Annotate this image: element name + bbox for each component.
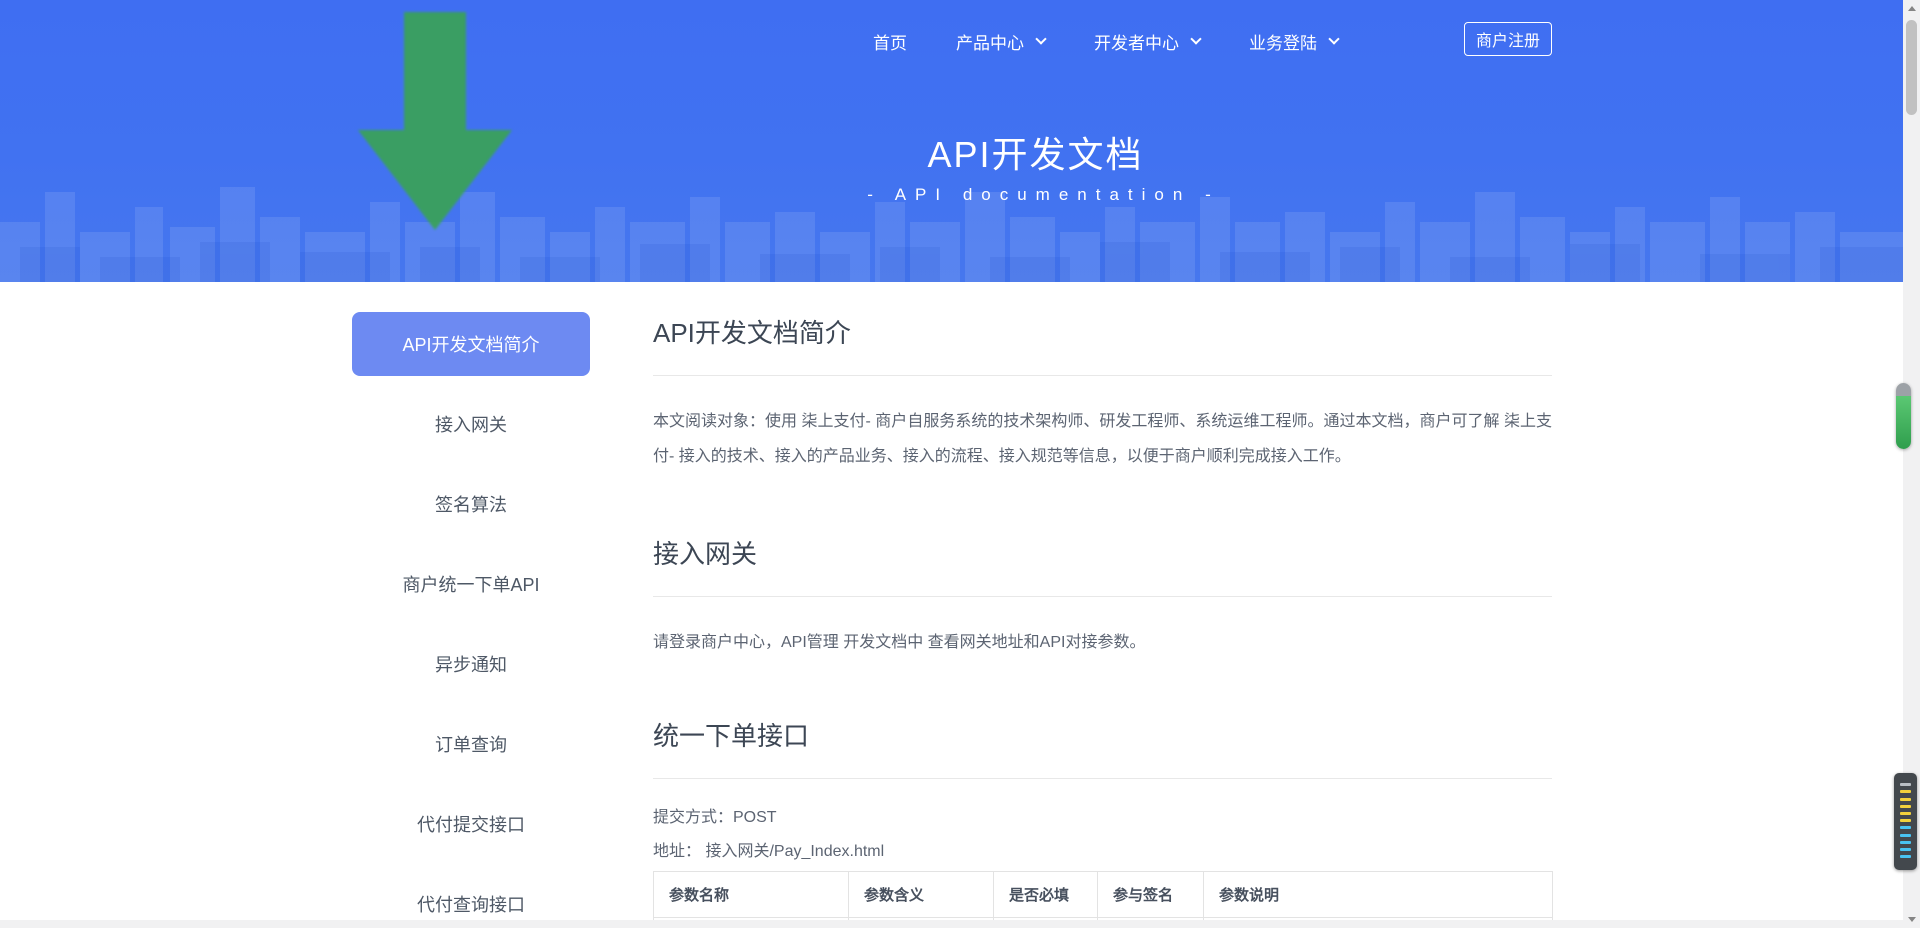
widget-dash	[1900, 798, 1911, 801]
widget-dash	[1900, 834, 1911, 837]
column-header-required: 是否必填	[994, 872, 1098, 918]
widget-dash	[1900, 783, 1911, 786]
sidebar-item-payout-submit[interactable]: 代付提交接口	[352, 809, 590, 841]
marker-bar	[1896, 396, 1911, 449]
arrow-down-icon	[1908, 917, 1916, 922]
green-scroll-marker[interactable]	[1896, 383, 1911, 449]
sidebar-item-payout-query[interactable]: 代付查询接口	[352, 889, 590, 921]
scroll-down-button[interactable]	[1903, 911, 1920, 928]
page-body: API开发文档简介 接入网关 签名算法 商户统一下单API 异步通知 订单查询 …	[0, 282, 1903, 928]
merchant-register-button[interactable]: 商户注册	[1464, 22, 1552, 56]
widget-dash	[1900, 805, 1911, 808]
sidebar: API开发文档简介 接入网关 签名算法 商户统一下单API 异步通知 订单查询 …	[352, 312, 590, 921]
nav-item-label: 业务登陆	[1249, 29, 1317, 54]
arrow-up-icon	[1908, 6, 1916, 11]
sidebar-item-signature[interactable]: 签名算法	[352, 489, 590, 521]
scroll-up-button[interactable]	[1903, 0, 1920, 17]
widget-dash	[1900, 848, 1911, 851]
nav-item-label: 首页	[873, 29, 907, 54]
chevron-down-icon	[1190, 33, 1201, 44]
widget-dash	[1900, 841, 1911, 844]
divider	[653, 596, 1552, 597]
submit-method-line: 提交方式：POST	[653, 805, 1552, 831]
column-header-param-meaning: 参数含义	[849, 872, 994, 918]
widget-dash	[1900, 855, 1911, 858]
nav-item-label: 开发者中心	[1094, 29, 1179, 54]
intro-paragraph: 本文阅读对象：使用 柒上支付- 商户自服务系统的技术架构师、研发工程师、系统运维…	[653, 404, 1552, 474]
sidebar-item-unified-order-api[interactable]: 商户统一下单API	[352, 569, 590, 601]
sidebar-item-gateway[interactable]: 接入网关	[352, 409, 590, 441]
marker-cap	[1896, 383, 1911, 396]
widget-dash	[1900, 819, 1911, 822]
chevron-down-icon	[1328, 33, 1339, 44]
nav-item-developer-center[interactable]: 开发者中心	[1094, 29, 1200, 54]
column-header-description: 参数说明	[1204, 872, 1553, 918]
extension-widget[interactable]	[1894, 773, 1917, 870]
gateway-paragraph: 请登录商户中心，API管理 开发文档中 查看网关地址和API对接参数。	[653, 625, 1552, 660]
banner: 首页 产品中心 开发者中心 业务登陆 商户注册 API开发文档 - API do…	[0, 0, 1903, 282]
table-header-row: 参数名称 参数含义 是否必填 参与签名 参数说明	[654, 872, 1553, 918]
section-heading-intro: API开发文档简介	[653, 315, 1552, 351]
page-subtitle: - API documentation -	[92, 185, 1903, 205]
main-nav: 首页 产品中心 开发者中心 业务登陆	[873, 23, 1338, 59]
widget-dash	[1900, 812, 1911, 815]
widget-dash	[1900, 826, 1911, 829]
city-skyline-graphic	[0, 162, 1903, 282]
nav-item-products[interactable]: 产品中心	[956, 29, 1045, 54]
divider	[653, 375, 1552, 376]
page-title: API开发文档	[84, 126, 1903, 178]
sidebar-item-async-notify[interactable]: 异步通知	[352, 649, 590, 681]
nav-item-home[interactable]: 首页	[873, 29, 907, 54]
vertical-scrollbar-thumb[interactable]	[1906, 20, 1917, 115]
horizontal-scrollbar[interactable]	[0, 920, 1903, 928]
nav-item-label: 产品中心	[956, 29, 1024, 54]
sidebar-item-order-query[interactable]: 订单查询	[352, 729, 590, 761]
sidebar-list: 接入网关 签名算法 商户统一下单API 异步通知 订单查询 代付提交接口 代付查…	[352, 409, 590, 921]
column-header-param-name: 参数名称	[654, 872, 849, 918]
sidebar-item-api-doc-intro[interactable]: API开发文档简介	[352, 312, 590, 376]
main-content: API开发文档简介 本文阅读对象：使用 柒上支付- 商户自服务系统的技术架构师、…	[653, 282, 1552, 928]
widget-dash	[1900, 790, 1911, 793]
column-header-signed: 参与签名	[1098, 872, 1204, 918]
chevron-down-icon	[1035, 33, 1046, 44]
section-heading-gateway: 接入网关	[653, 536, 1552, 572]
gateway-address-line: 地址： 接入网关/Pay_Index.html	[653, 839, 1552, 865]
section-heading-unified-order: 统一下单接口	[653, 718, 1552, 754]
nav-item-business-login[interactable]: 业务登陆	[1249, 29, 1338, 54]
divider	[653, 778, 1552, 779]
